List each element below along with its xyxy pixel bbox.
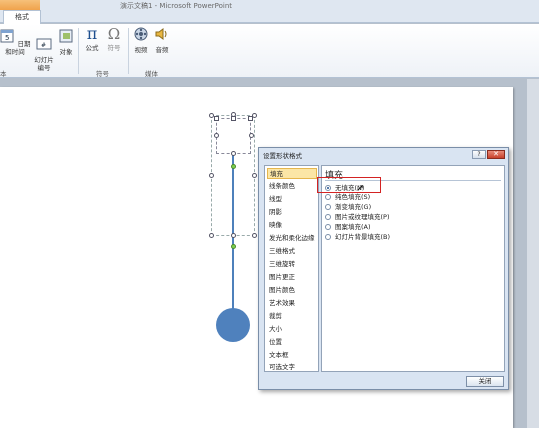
object-label: 对象 (59, 48, 73, 56)
title-bar: 演示文稿1 - Microsoft PowerPoint (0, 0, 539, 10)
svg-text:5: 5 (5, 34, 9, 42)
category-list: 填充 线条颜色 线型 阴影 映像 发光和柔化边缘 三维格式 三维旋转 图片更正 … (264, 165, 319, 372)
resize-handle[interactable] (214, 116, 219, 121)
help-button[interactable]: ? (472, 150, 486, 159)
category-line-color[interactable]: 线条颜色 (267, 181, 317, 192)
category-fill[interactable]: 填充 (267, 168, 317, 179)
slide-number-button[interactable]: # 幻灯片 编号 (32, 28, 56, 72)
category-picture-corrections[interactable]: 图片更正 (267, 272, 317, 283)
ribbon-tab-row (0, 10, 539, 23)
resize-handle[interactable] (209, 233, 214, 238)
resize-handle[interactable] (209, 173, 214, 178)
resize-handle[interactable] (214, 133, 219, 138)
fill-panel: 填充 无填充(N) 纯色填充(S) 渐变填充(G) 图片或纹理填充(P) 图案填… (321, 165, 505, 372)
dialog-title: 设置形状格式 (263, 152, 302, 160)
option-label: 纯色填充(S) (335, 193, 371, 201)
option-picture-fill[interactable]: 图片或纹理填充(P) (325, 213, 390, 222)
option-background-fill[interactable]: 幻灯片背景填充(B) (325, 233, 390, 242)
close-icon[interactable]: ✕ (487, 150, 505, 159)
top-shape-selection[interactable] (216, 118, 251, 154)
resize-handle[interactable] (231, 116, 236, 121)
radio-button[interactable] (325, 214, 331, 220)
option-solid-fill[interactable]: 纯色填充(S) (325, 193, 370, 202)
audio-label: 音频 (155, 46, 169, 54)
tab-format[interactable]: 格式 (3, 10, 41, 24)
equation-label: 公式 (85, 44, 99, 52)
category-artistic-effects[interactable]: 艺术效果 (267, 298, 317, 309)
svg-text:#: # (41, 42, 46, 49)
resize-handle[interactable] (249, 133, 254, 138)
category-3d-rotation[interactable]: 三维旋转 (267, 259, 317, 270)
category-crop[interactable]: 裁剪 (267, 311, 317, 322)
ribbon: 5 日期和时间 # 幻灯片 编号 对象 π 公式 Ω 符号 视频 音频 本 符号… (0, 24, 539, 78)
resize-handle[interactable] (252, 233, 257, 238)
equation-button[interactable]: π 公式 (82, 24, 102, 53)
category-text-box[interactable]: 文本框 (267, 350, 317, 361)
contextual-tab-header (0, 0, 40, 10)
symbol-label: 符号 (107, 44, 121, 52)
resize-handle[interactable] (231, 151, 236, 156)
option-label: 渐变填充(G) (335, 203, 372, 211)
radio-button[interactable] (325, 194, 331, 200)
group-separator (128, 28, 129, 74)
radio-button[interactable] (325, 234, 331, 240)
group-label-text: 本 (0, 70, 7, 78)
resize-handle[interactable] (231, 233, 236, 238)
category-reflection[interactable]: 映像 (267, 220, 317, 231)
resize-handle[interactable] (252, 173, 257, 178)
group-label-symbols: 符号 (96, 70, 109, 78)
category-size[interactable]: 大小 (267, 324, 317, 335)
connector-point[interactable] (231, 244, 236, 249)
radio-button[interactable] (325, 224, 331, 230)
category-3d-format[interactable]: 三维格式 (267, 246, 317, 257)
audio-button[interactable]: 音频 (152, 26, 172, 54)
omega-icon: Ω (107, 25, 121, 43)
category-glow[interactable]: 发光和柔化边缘 (267, 233, 317, 244)
category-line-style[interactable]: 线型 (267, 194, 317, 205)
category-shadow[interactable]: 阴影 (267, 207, 317, 218)
object-icon (59, 29, 73, 43)
calendar-icon: 5 (0, 29, 14, 43)
radio-button[interactable] (325, 204, 331, 210)
option-label: 图案填充(A) (335, 223, 371, 231)
resize-handle[interactable] (248, 116, 253, 121)
symbol-button[interactable]: Ω 符号 (104, 26, 124, 52)
option-label: 图片或纹理填充(P) (335, 213, 390, 221)
category-alt-text[interactable]: 可选文字 (267, 362, 317, 373)
slide-number-label: 幻灯片 编号 (34, 56, 54, 72)
group-separator (78, 28, 79, 74)
category-position[interactable]: 位置 (267, 337, 317, 348)
close-button[interactable]: 关闭 (466, 376, 504, 387)
date-time-button[interactable]: 5 日期和时间 (0, 28, 32, 56)
option-gradient-fill[interactable]: 渐变填充(G) (325, 203, 371, 212)
video-button[interactable]: 视频 (131, 26, 151, 54)
film-icon (134, 27, 148, 41)
pi-icon: π (86, 24, 98, 43)
format-shape-dialog: 设置形状格式 ? ✕ 填充 线条颜色 线型 阴影 映像 发光和柔化边缘 三维格式… (258, 147, 509, 390)
highlight-box (317, 177, 381, 193)
object-button[interactable]: 对象 (57, 28, 75, 56)
mouse-cursor-icon: ➚ (356, 183, 365, 194)
option-label: 幻灯片背景填充(B) (335, 233, 391, 241)
vertical-scrollbar[interactable] (527, 79, 539, 428)
video-label: 视频 (134, 46, 148, 54)
speaker-icon (155, 28, 167, 40)
group-label-media: 媒体 (145, 70, 158, 78)
option-pattern-fill[interactable]: 图案填充(A) (325, 223, 371, 232)
blue-circle-shape[interactable] (216, 308, 250, 342)
category-picture-color[interactable]: 图片颜色 (267, 285, 317, 296)
connector-point[interactable] (231, 164, 236, 169)
slide-number-icon: # (36, 38, 52, 50)
